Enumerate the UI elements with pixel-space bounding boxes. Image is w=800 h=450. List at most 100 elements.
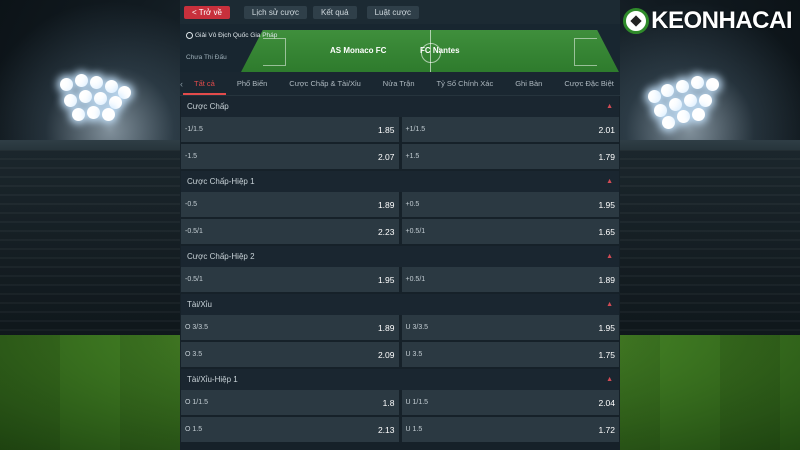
top-toolbar: < Trở về Lịch sử cược Kết quả Luật cược xyxy=(180,0,620,24)
odds-cell[interactable]: +0.5/1 1.89 xyxy=(401,267,619,292)
odds-cell[interactable]: O 3.5 2.09 xyxy=(181,342,399,367)
tab-all[interactable]: Tất cả xyxy=(183,72,226,95)
tab-popular[interactable]: Phổ Biến xyxy=(226,72,278,95)
odds-line-label: U 1.5 xyxy=(405,426,423,433)
odds-row: -0.5 1.89 +0.5 1.95 xyxy=(181,192,619,217)
odds-value: 2.09 xyxy=(377,349,395,360)
odds-line-label: +1/1.5 xyxy=(405,126,426,133)
brand-logo: KEONHACAI xyxy=(623,6,792,36)
odds-line-label: +0.5/1 xyxy=(405,228,426,235)
odds-row: -0.5/1 2.23 +0.5/1 1.65 xyxy=(181,219,619,244)
odds-cell[interactable]: +0.5 1.95 xyxy=(401,192,619,217)
odds-value: 1.65 xyxy=(598,226,615,237)
floodlight-right xyxy=(648,76,728,140)
odds-value: 1.8 xyxy=(382,397,395,408)
odds-line-label: -0.5/1 xyxy=(185,228,203,235)
odds-value: 1.85 xyxy=(377,124,395,135)
odds-value: 1.95 xyxy=(598,199,615,210)
odds-value: 1.89 xyxy=(377,322,395,333)
home-team: AS Monaco FC xyxy=(330,46,387,55)
odds-row: O 3/3.5 1.89 U 3/3.5 1.95 xyxy=(181,315,619,340)
market-section-header[interactable]: Cược Chấp-Hiệp 2 ▲ xyxy=(181,246,619,267)
tab-goal-scorer[interactable]: Ghi Bàn xyxy=(504,72,553,95)
odds-cell[interactable]: O 3/3.5 1.89 xyxy=(181,315,399,340)
tab-half-time[interactable]: Nửa Trận xyxy=(372,72,426,95)
market-list: Cược Chấp ▲ -1/1.5 1.85 +1/1.5 2.01 -1.5 2.07 +1… xyxy=(180,96,620,442)
betting-rules-button[interactable]: Luật cược xyxy=(366,5,419,19)
globe-icon xyxy=(186,32,193,39)
odds-value: 2.23 xyxy=(377,226,395,237)
brand-logo-text: KEONHACAI xyxy=(651,7,792,34)
odds-value: 2.13 xyxy=(377,424,395,435)
odds-cell[interactable]: U 3.5 1.75 xyxy=(401,342,619,367)
market-section-header[interactable]: Cược Chấp-Hiệp 1 ▲ xyxy=(181,171,619,192)
odds-value: 1.95 xyxy=(598,322,615,333)
chevron-up-icon[interactable]: ▲ xyxy=(606,253,613,260)
results-button[interactable]: Kết quả xyxy=(313,5,357,19)
league-name: Giải Vô Địch Quốc Gia Pháp xyxy=(186,32,277,39)
match-header: Giải Vô Địch Quốc Gia Pháp Chưa Thi Đấu … xyxy=(180,24,620,74)
bet-history-button[interactable]: Lịch sử cược xyxy=(243,5,307,19)
odds-value: 1.89 xyxy=(377,199,395,210)
market-section-title: Cược Chấp-Hiệp 2 xyxy=(187,252,255,261)
odds-value: 1.72 xyxy=(598,424,615,435)
market-section-header[interactable]: Tài/Xỉu-Hiệp 1 ▲ xyxy=(181,369,619,390)
odds-cell[interactable]: -0.5/1 2.23 xyxy=(181,219,399,244)
league-label: Giải Vô Địch Quốc Gia Pháp xyxy=(195,32,278,39)
market-section-title: Tài/Xỉu xyxy=(187,300,212,309)
odds-line-label: -0.5/1 xyxy=(185,276,203,283)
tab-correct-score[interactable]: Tỷ Số Chính Xác xyxy=(426,72,505,95)
odds-value: 2.04 xyxy=(598,397,615,408)
chevron-up-icon[interactable]: ▲ xyxy=(606,376,613,383)
odds-line-label: +1.5 xyxy=(405,153,420,160)
back-button[interactable]: < Trở về xyxy=(184,5,230,19)
floodlight-left xyxy=(60,74,140,138)
odds-value: 1.89 xyxy=(598,274,615,285)
market-section-header[interactable]: Cược Chấp ▲ xyxy=(181,96,619,117)
market-tabs: ‹ Tất cả Phổ Biến Cược Chấp & Tài/Xỉu Nử… xyxy=(180,72,620,96)
odds-line-label: U 3.5 xyxy=(405,351,423,358)
odds-value: 1.75 xyxy=(598,349,615,360)
market-section-title: Cược Chấp-Hiệp 1 xyxy=(187,177,255,186)
odds-cell[interactable]: U 1/1.5 2.04 xyxy=(401,390,619,415)
chevron-up-icon[interactable]: ▲ xyxy=(606,103,613,110)
odds-cell[interactable]: -1.5 2.07 xyxy=(181,144,399,169)
match-status: Chưa Thi Đấu xyxy=(186,54,227,61)
odds-cell[interactable]: O 1/1.5 1.8 xyxy=(181,390,399,415)
odds-row: -0.5/1 1.95 +0.5/1 1.89 xyxy=(181,267,619,292)
odds-line-label: +0.5/1 xyxy=(405,276,426,283)
betting-panel: < Trở về Lịch sử cược Kết quả Luật cược … xyxy=(180,0,620,450)
odds-cell[interactable]: -0.5/1 1.95 xyxy=(181,267,399,292)
tab-special[interactable]: Cược Đặc Biệt xyxy=(553,72,620,95)
odds-value: 2.07 xyxy=(377,151,395,162)
odds-cell[interactable]: -1/1.5 1.85 xyxy=(181,117,399,142)
odds-line-label: O 1.5 xyxy=(185,426,203,433)
odds-cell[interactable]: -0.5 1.89 xyxy=(181,192,399,217)
soccer-ball-icon xyxy=(623,8,650,34)
tab-handicap-over-under[interactable]: Cược Chấp & Tài/Xỉu xyxy=(278,72,372,95)
odds-cell[interactable]: U 3/3.5 1.95 xyxy=(401,315,619,340)
odds-cell[interactable]: +1.5 1.79 xyxy=(401,144,619,169)
odds-cell[interactable]: +1/1.5 2.01 xyxy=(401,117,619,142)
chevron-up-icon[interactable]: ▲ xyxy=(606,301,613,308)
odds-line-label: O 3/3.5 xyxy=(185,324,208,331)
odds-row: -1/1.5 1.85 +1/1.5 2.01 xyxy=(181,117,619,142)
away-team: FC Nantes xyxy=(420,46,460,55)
market-section-title: Tài/Xỉu-Hiệp 1 xyxy=(187,375,238,384)
odds-line-label: -0.5 xyxy=(185,201,198,208)
odds-row: O 1.5 2.13 U 1.5 1.72 xyxy=(181,417,619,442)
market-section-title: Cược Chấp xyxy=(187,102,229,111)
odds-row: -1.5 2.07 +1.5 1.79 xyxy=(181,144,619,169)
odds-line-label: -1.5 xyxy=(185,153,198,160)
odds-cell[interactable]: U 1.5 1.72 xyxy=(401,417,619,442)
odds-line-label: U 3/3.5 xyxy=(405,324,429,331)
odds-row: O 1/1.5 1.8 U 1/1.5 2.04 xyxy=(181,390,619,415)
market-section-header[interactable]: Tài/Xỉu ▲ xyxy=(181,294,619,315)
odds-cell[interactable]: O 1.5 2.13 xyxy=(181,417,399,442)
odds-line-label: +0.5 xyxy=(405,201,420,208)
odds-line-label: -1/1.5 xyxy=(185,126,203,133)
chevron-up-icon[interactable]: ▲ xyxy=(606,178,613,185)
odds-cell[interactable]: +0.5/1 1.65 xyxy=(401,219,619,244)
odds-line-label: O 3.5 xyxy=(185,351,203,358)
odds-value: 1.95 xyxy=(377,274,395,285)
